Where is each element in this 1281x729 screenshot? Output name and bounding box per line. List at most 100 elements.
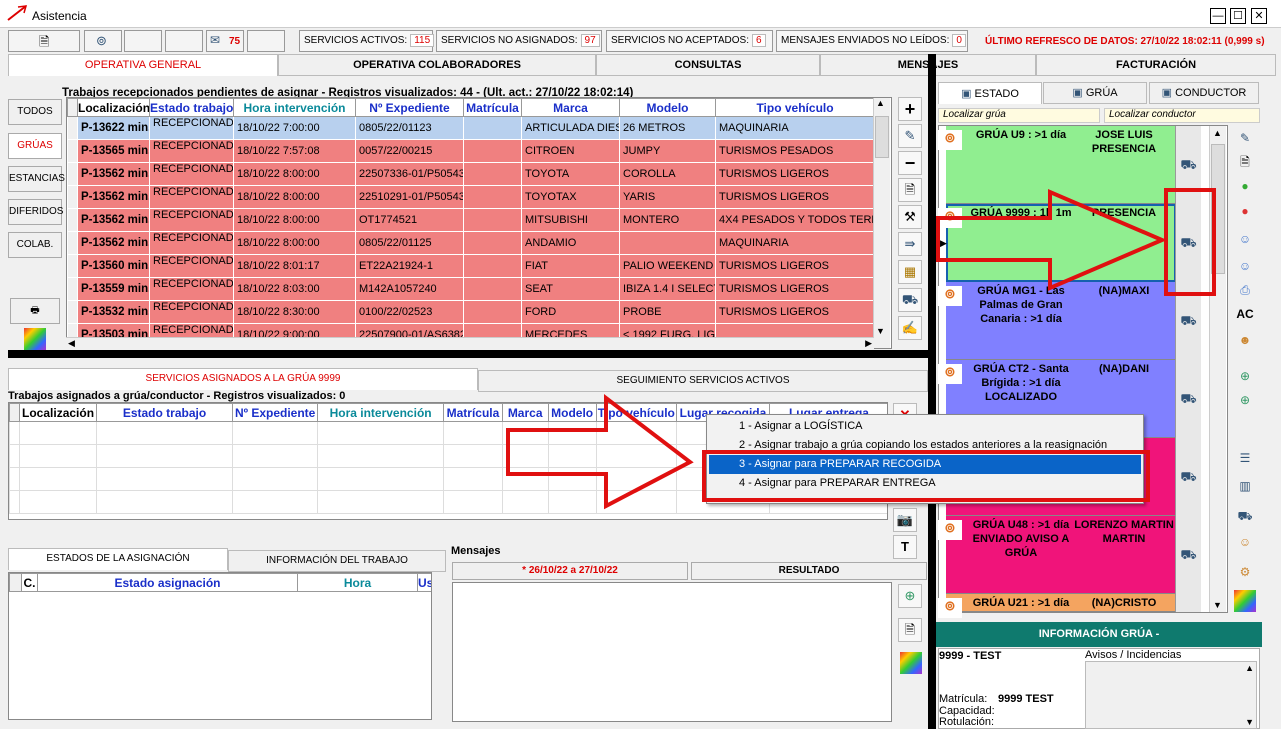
user-clock-icon[interactable]: ☺ [1233,254,1257,278]
text-icon[interactable]: T [893,535,917,559]
car-icon[interactable]: ⛟ [1175,126,1201,204]
messages-area[interactable] [452,582,892,722]
row-header[interactable] [67,139,78,163]
col-matricula[interactable]: Matrícula [443,403,503,422]
toolbar-blank-2[interactable] [165,30,203,52]
remove-icon[interactable]: − [898,151,922,175]
edit-icon[interactable]: ✎ [898,124,922,148]
gear-icon[interactable]: ⚙ [1233,560,1257,584]
crane-card[interactable]: ⊚ GRÚA U21 : >1 día (NA)CRISTO [938,594,1176,618]
col-us[interactable]: Us [417,573,431,592]
color-palette-icon[interactable] [1234,590,1256,612]
table-row[interactable]: P-13532 min. RECEPCIONADO 18/10/22 8:30:00… [67,300,875,324]
search-conductor-input[interactable]: Localizar conductor [1104,108,1260,123]
col-estado-asignacion[interactable]: Estado asignación [37,573,298,592]
filter-gruas[interactable]: GRÚAS [8,133,62,159]
row-header[interactable] [67,162,78,186]
minimize-button[interactable]: — [1210,8,1226,24]
tab-operativa-colaboradores[interactable]: OPERATIVA COLABORADORES [278,54,596,76]
col-hora-intervencion[interactable]: Hora intervención [316,403,445,422]
close-button[interactable]: ✕ [1251,8,1267,24]
crane-list-scrollbar[interactable]: ▲ ▼ [1209,126,1226,612]
car-icon[interactable]: ⛟ [1175,282,1201,360]
menu-item-preparar-recogida[interactable]: 3 - Asignar para PREPARAR RECOGIDA [709,455,1141,474]
toolbar-blank-3[interactable] [247,30,285,52]
scroll-down-icon[interactable]: ▼ [876,326,885,336]
tab-estados-asignacion[interactable]: ESTADOS DE LA ASIGNACIÓN [8,548,228,570]
scroll-up-icon[interactable]: ▲ [1245,663,1254,673]
filter-todos[interactable]: TODOS [8,99,62,125]
camera-icon[interactable]: 📷 [893,508,917,532]
splitter-h[interactable] [8,350,928,358]
messages-range[interactable]: * 26/10/22 a 27/10/22 [452,562,688,580]
col-modelo[interactable]: Modelo [619,98,716,117]
truck-icon[interactable]: ⛟ [898,288,922,312]
table-row[interactable]: P-13562 min. RECEPCIONADO 18/10/22 8:00:00… [67,208,875,232]
tab-grua[interactable]: ▣ GRÚA [1043,82,1147,104]
tab-seguimiento[interactable]: SEGUIMIENTO SERVICIOS ACTIVOS [478,370,928,392]
col-expediente[interactable]: Nº Expediente [355,98,464,117]
menu-item-copiar-estados[interactable]: 2 - Asignar trabajo a grúa copiando los … [709,436,1141,455]
row-header[interactable] [67,208,78,232]
table-row[interactable]: P-13560 min. RECEPCIONADO 18/10/22 8:01:17… [67,254,875,278]
scroll-up-icon[interactable]: ▲ [876,98,885,108]
menu-item-preparar-entrega[interactable]: 4 - Asignar para PREPARAR ENTREGA [709,474,1141,493]
avisos-box[interactable]: ▲ ▼ [1085,661,1257,729]
filter-estancias[interactable]: ESTANCIAS [8,166,65,192]
table-row[interactable]: P-13562 min. RECEPCIONADO 18/10/22 8:00:00… [67,231,875,255]
row-header[interactable] [67,277,78,301]
col-hora[interactable]: Hora [297,573,418,592]
pending-hscroll[interactable]: ◀ ▶ [66,337,874,350]
crane-document-icon[interactable]: 🗎 [1233,150,1257,174]
row-header[interactable] [67,254,78,278]
crane-card[interactable]: ⊚ GRÚA U9 : >1 día JOSE LUIS PRESENCIA [938,126,1176,204]
menu-item-logistica[interactable]: 1 - Asignar a LOGÍSTICA [709,417,1141,436]
toolbar-blank-1[interactable] [124,30,162,52]
green-dot-icon[interactable]: ● [1233,174,1257,198]
mail-button[interactable]: ✉ 75 [206,30,244,52]
user-icon[interactable]: ☺ [1233,227,1257,251]
car-icon[interactable]: ⛟ [1175,360,1201,438]
message-document-icon[interactable]: 🗎 [898,618,922,642]
table-row[interactable]: P-13562 min. RECEPCIONADO 18/10/22 8:00:00… [67,162,875,186]
pending-scrollbar[interactable]: ▲ ▼ [873,98,890,348]
row-header[interactable] [67,185,78,209]
car-icon[interactable]: ⛟ [1175,204,1201,282]
print-button[interactable]: 🖶 [10,298,60,324]
maximize-button[interactable]: ☐ [1230,8,1246,24]
columns-icon[interactable]: ▥ [1233,474,1257,498]
car-icon[interactable] [1175,594,1201,612]
tab-operativa-general[interactable]: OPERATIVA GENERAL [8,54,278,76]
red-dot-icon[interactable]: ● [1233,199,1257,223]
users-icon[interactable]: ☻ [1233,328,1257,352]
color-palette-icon[interactable] [24,328,46,350]
filter-diferidos[interactable]: DIFERIDOS [8,199,63,225]
messages-result[interactable]: RESULTADO [691,562,927,580]
col-modelo[interactable]: Modelo [547,403,597,422]
scroll-left-icon[interactable]: ◀ [68,338,75,349]
printer-icon[interactable]: ⎙ [1233,278,1257,302]
tools-icon[interactable]: ⚒ [898,205,922,229]
scroll-thumb[interactable] [875,116,889,158]
scroll-down-icon[interactable]: ▼ [1245,717,1254,727]
crane-card[interactable]: ⊚ GRÚA U48 : >1 día ENVIADO AVISO A GRÚA L… [938,516,1176,594]
assign-arrow-icon[interactable]: ⇛ [898,232,922,256]
scroll-up-icon[interactable]: ▲ [1213,128,1222,138]
table-row[interactable]: P-13559 min. RECEPCIONADO 18/10/22 8:03:00… [67,277,875,301]
report-icon[interactable]: 🗎 [898,178,922,202]
edit-crane-icon[interactable]: ✎ [1233,126,1257,150]
add-crane-icon[interactable]: ⊕ [1233,364,1257,388]
col-estado-trabajo[interactable]: Estado trabajo [149,98,234,117]
color-palette-icon[interactable] [900,652,922,674]
tab-facturacion[interactable]: FACTURACIÓN [1036,54,1276,76]
new-document-button[interactable]: 🗎 [8,30,80,52]
scroll-thumb[interactable] [1211,144,1225,274]
col-estado-trabajo[interactable]: Estado trabajo [95,403,234,422]
row-header[interactable] [67,231,78,255]
scroll-down-icon[interactable]: ▼ [1213,600,1222,610]
col-localizacion[interactable]: Localización [19,403,97,422]
tab-informacion-trabajo[interactable]: INFORMACIÓN DEL TRABAJO [228,550,446,572]
scroll-right-icon[interactable]: ▶ [865,338,872,349]
notes-icon[interactable]: ✍ [898,316,922,340]
col-tipo-vehiculo[interactable]: Tipo vehículo [715,98,875,117]
